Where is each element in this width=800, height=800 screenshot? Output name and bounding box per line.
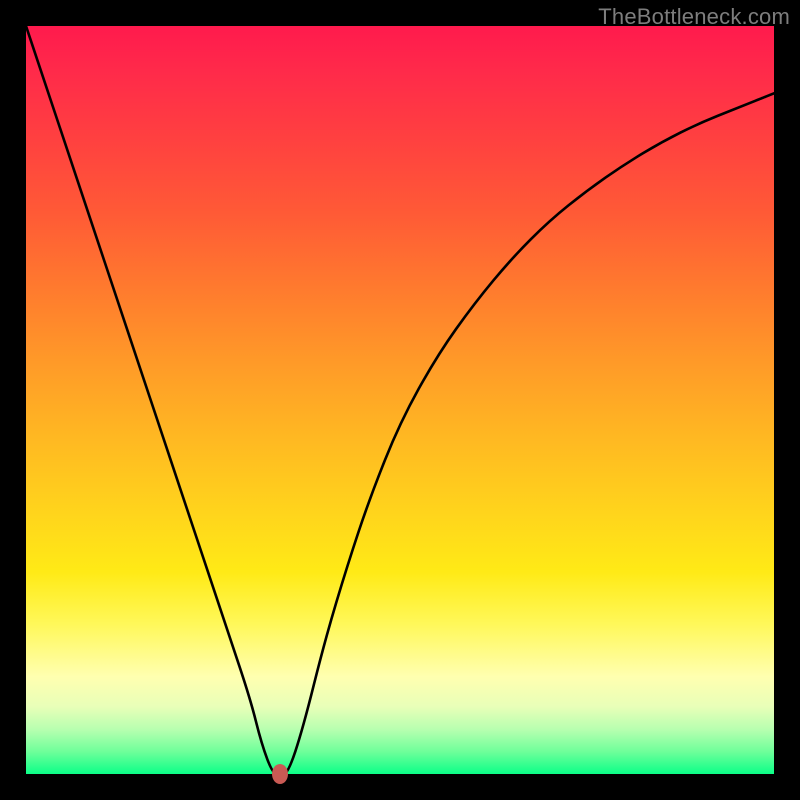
curve-marker [272,764,288,784]
curve-path [26,26,774,774]
curve-svg [26,26,774,774]
chart-frame: TheBottleneck.com [0,0,800,800]
watermark-text: TheBottleneck.com [598,4,790,30]
plot-area [26,26,774,774]
